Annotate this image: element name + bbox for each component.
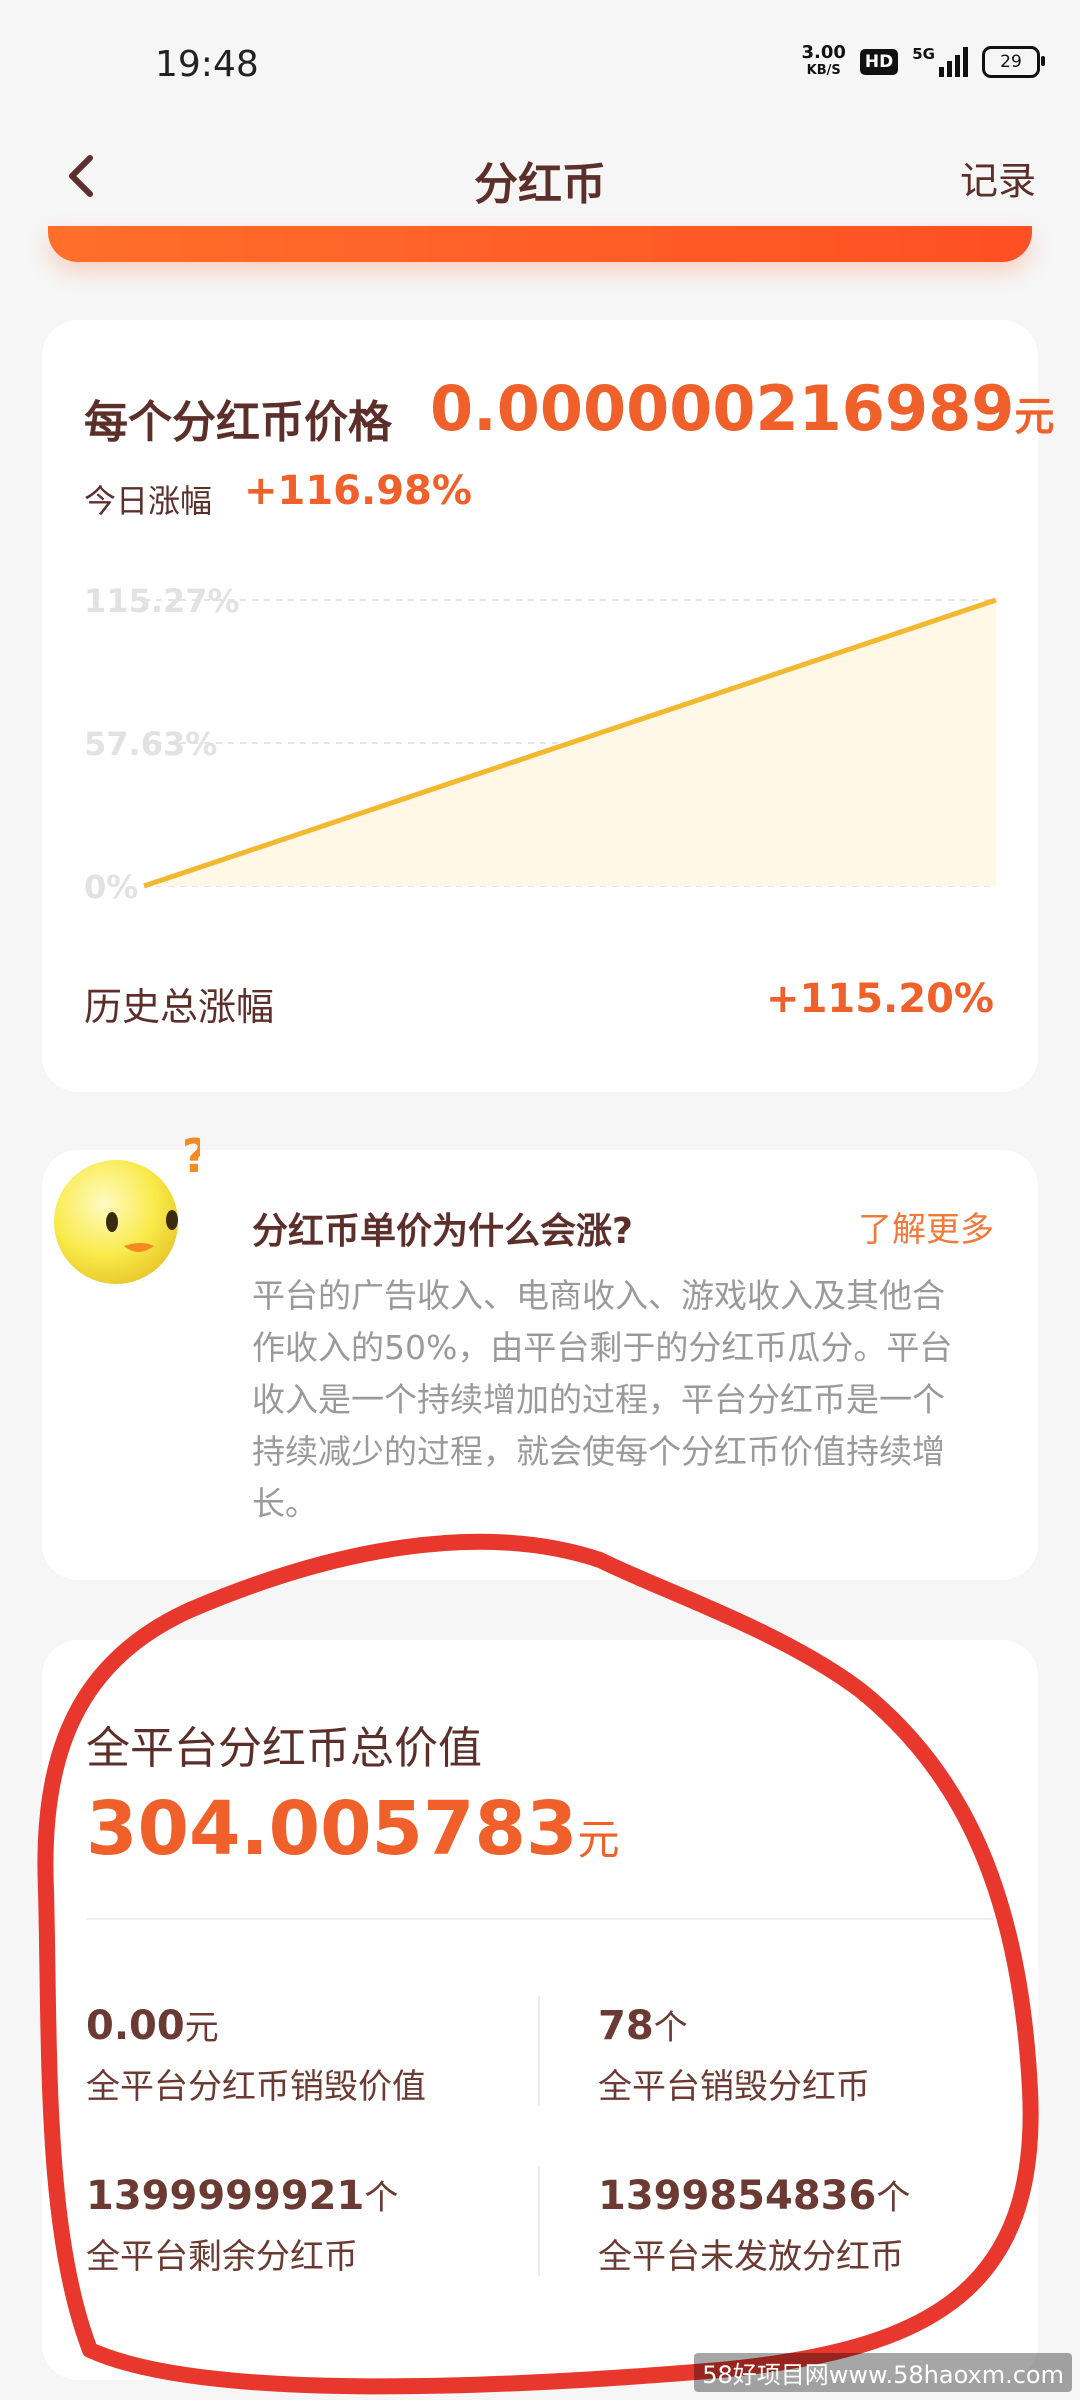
- stat-item: 1399999921个 全平台剩余分红币: [86, 2170, 398, 2278]
- status-time: 19:48: [155, 44, 259, 85]
- learn-more-link[interactable]: 了解更多: [858, 1202, 994, 1251]
- total-value-unit: 元: [577, 1815, 620, 1864]
- stat-unit: 个: [876, 2178, 911, 2218]
- stat-divider: [538, 1996, 540, 2106]
- network-type: 5G: [912, 45, 935, 63]
- history-change-label: 历史总涨幅: [84, 985, 275, 1029]
- stat-number: 1399854836: [598, 2173, 877, 2219]
- why-line: 作收入的50%，由平台剩于的分红币瓜分。平台: [252, 1328, 953, 1367]
- why-line: 长。: [252, 1484, 318, 1523]
- price-chart: 115.27% 57.63% 0%: [84, 582, 997, 900]
- stat-value: 1399999921个: [86, 2170, 398, 2219]
- stat-label: 全平台剩余分红币: [86, 2237, 358, 2277]
- price-unit: 元: [1014, 394, 1055, 440]
- why-line: 收入是一个持续增加的过程，平台分红币是一个: [252, 1380, 945, 1419]
- chart-y-tick-label: 57.63%: [84, 725, 217, 763]
- history-change-value: +115.20%: [766, 976, 994, 1022]
- total-value-number: 304.005783: [86, 1786, 578, 1872]
- divider: [86, 1918, 994, 1920]
- stat-item: 78个 全平台销毁分红币: [598, 2000, 870, 2108]
- network-speed: 3.00 KB/S: [801, 44, 845, 80]
- stat-number: 1399999921: [86, 2173, 365, 2219]
- watermark: 58好项目网www.58haoxm.com: [694, 2353, 1072, 2392]
- stat-unit: 个: [364, 2178, 399, 2218]
- hd-badge: HD: [859, 49, 899, 75]
- signal-icon: 5G: [912, 47, 968, 77]
- today-change-value: +116.98%: [244, 468, 472, 514]
- stat-number: 0.00: [86, 2003, 185, 2049]
- page-title: 分红币: [474, 159, 606, 210]
- chart-y-tick-label: 0%: [84, 868, 138, 900]
- stat-value: 1399854836个: [598, 2170, 910, 2219]
- stat-divider: [538, 2166, 540, 2276]
- why-line: 平台的广告收入、电商收入、游戏收入及其他合: [252, 1276, 945, 1315]
- network-speed-unit: KB/S: [806, 63, 841, 78]
- battery-icon: 29: [982, 46, 1045, 78]
- stat-item: 1399854836个 全平台未发放分红币: [598, 2170, 910, 2278]
- network-speed-value: 3.00: [801, 42, 846, 63]
- stat-label: 全平台未发放分红币: [598, 2237, 904, 2277]
- why-title: 分红币单价为什么会涨?: [252, 1211, 633, 1252]
- chart-y-tick-label: 115.27%: [84, 582, 240, 620]
- stat-value: 0.00元: [86, 2000, 426, 2049]
- svg-text:?: ?: [182, 1130, 200, 1183]
- stat-label: 全平台分红币销毁价值: [86, 2067, 426, 2107]
- stat-unit: 个: [653, 2008, 688, 2048]
- price-label: 每个分红币价格: [84, 397, 392, 448]
- total-value: 304.005783元: [86, 1786, 620, 1872]
- smiley-question-icon: ? ?: [54, 1130, 200, 1284]
- status-icons: 3.00 KB/S HD 5G 29: [801, 44, 1045, 80]
- stat-unit: 元: [184, 2008, 219, 2048]
- why-line: 持续减少的过程，就会使每个分红币价值持续增: [252, 1432, 945, 1471]
- stat-number: 78: [598, 2003, 654, 2049]
- stat-label: 全平台销毁分红币: [598, 2067, 870, 2107]
- stat-item: 0.00元 全平台分红币销毁价值: [86, 2000, 426, 2108]
- stat-value: 78个: [598, 2000, 870, 2049]
- price-number: 0.000000216989: [430, 372, 1015, 445]
- why-description: 平台的广告收入、电商收入、游戏收入及其他合 作收入的50%，由平台剩于的分红币瓜…: [252, 1270, 992, 1530]
- battery-level: 29: [1000, 52, 1022, 72]
- price-value: 0.000000216989元: [430, 372, 1054, 445]
- total-value-label: 全平台分红币总价值: [86, 1723, 482, 1774]
- today-change-label: 今日涨幅: [84, 482, 213, 520]
- record-link[interactable]: 记录: [960, 150, 1036, 205]
- orange-banner-edge: [48, 226, 1032, 262]
